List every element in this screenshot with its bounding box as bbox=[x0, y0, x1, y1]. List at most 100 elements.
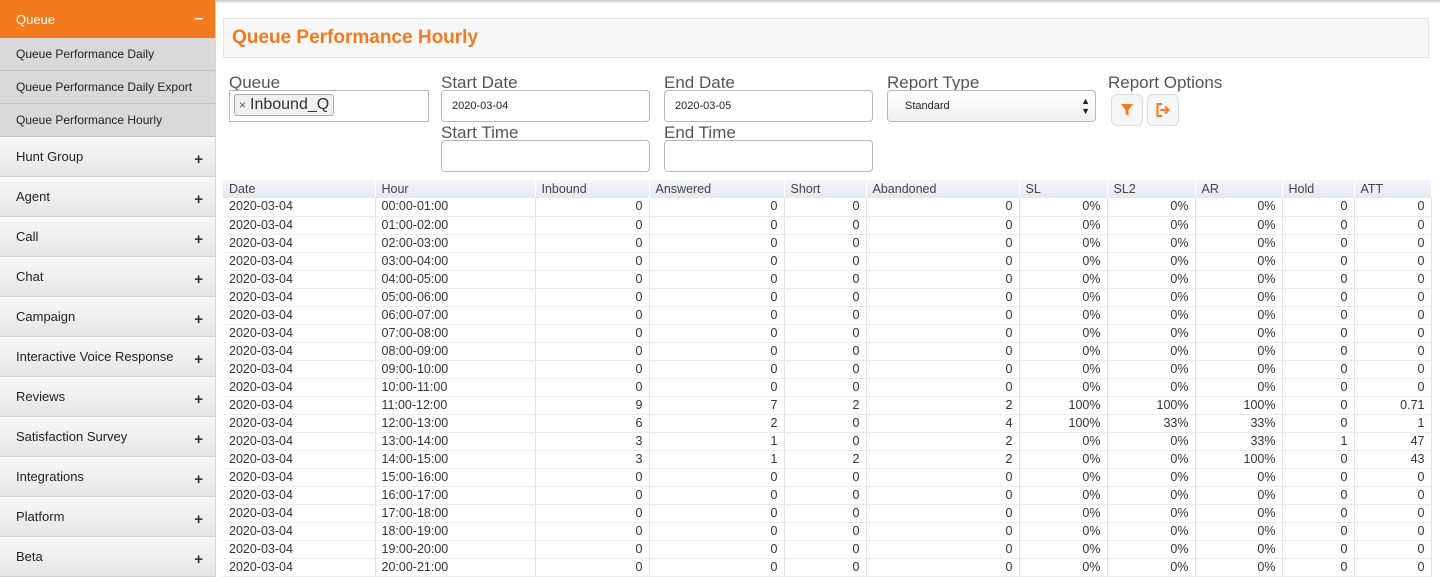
expand-icon[interactable]: + bbox=[194, 505, 203, 528]
table-cell: 0 bbox=[535, 216, 650, 235]
end-date-value: 2020-03-05 bbox=[675, 100, 732, 112]
expand-icon[interactable]: + bbox=[194, 545, 203, 568]
table-cell: 04:00-05:00 bbox=[375, 270, 536, 289]
table-cell: 1 bbox=[1282, 432, 1355, 451]
column-header[interactable]: Hour bbox=[375, 180, 536, 198]
table-cell: 1 bbox=[649, 432, 785, 451]
start-date-field[interactable]: 2020-03-04 bbox=[441, 90, 650, 122]
expand-icon[interactable]: + bbox=[194, 265, 203, 288]
end-time-field[interactable] bbox=[664, 140, 873, 172]
table-cell: 0 bbox=[535, 270, 650, 289]
table-cell: 1 bbox=[1354, 414, 1432, 433]
table-cell: 0 bbox=[649, 504, 785, 523]
sidebar-item-campaign[interactable]: Campaign + bbox=[0, 297, 215, 337]
table-cell: 0% bbox=[1019, 558, 1108, 577]
table-cell: 0 bbox=[1282, 378, 1355, 397]
expand-icon[interactable]: + bbox=[194, 345, 203, 368]
column-header[interactable]: SL2 bbox=[1107, 180, 1196, 198]
table-row: 2020-03-04 12:00-13:00 6 2 0 4 100% 33% 33% 0 1 bbox=[223, 414, 1432, 433]
table-cell: 0 bbox=[1282, 342, 1355, 361]
table-cell: 11:00-12:00 bbox=[375, 396, 536, 415]
table-cell: 0 bbox=[1282, 324, 1355, 343]
collapse-icon[interactable]: – bbox=[194, 10, 203, 28]
table-cell: 0% bbox=[1195, 216, 1283, 235]
start-time-field[interactable] bbox=[441, 140, 650, 172]
column-header[interactable]: Answered bbox=[649, 180, 785, 198]
sidebar-item-beta[interactable]: Beta + bbox=[0, 537, 215, 577]
table-cell: 05:00-06:00 bbox=[375, 288, 536, 307]
table-cell: 0 bbox=[866, 378, 1020, 397]
sidebar-item-satisfaction-survey[interactable]: Satisfaction Survey + bbox=[0, 417, 215, 457]
table-cell: 0 bbox=[535, 234, 650, 253]
sidebar-item-chat[interactable]: Chat + bbox=[0, 257, 215, 297]
table-cell: 0 bbox=[1282, 288, 1355, 307]
sidebar-item-label: Agent bbox=[16, 189, 50, 204]
table-cell: 0 bbox=[1354, 216, 1432, 235]
table-cell: 0 bbox=[535, 342, 650, 361]
sidebar-item-label: Interactive Voice Response bbox=[16, 349, 174, 364]
column-header[interactable]: Abandoned bbox=[866, 180, 1020, 198]
expand-icon[interactable]: + bbox=[194, 145, 203, 168]
column-header[interactable]: Hold bbox=[1282, 180, 1355, 198]
table-cell: 3 bbox=[535, 450, 650, 469]
sidebar-item-call[interactable]: Call + bbox=[0, 217, 215, 257]
expand-icon[interactable]: + bbox=[194, 465, 203, 488]
sidebar-item-interactive-voice-response[interactable]: Interactive Voice Response + bbox=[0, 337, 215, 377]
column-header[interactable]: Short bbox=[784, 180, 867, 198]
table-cell: 0 bbox=[866, 324, 1020, 343]
table-cell: 100% bbox=[1107, 396, 1196, 415]
sidebar-item-label: Reviews bbox=[16, 389, 66, 404]
table-cell: 0 bbox=[1354, 288, 1432, 307]
column-header[interactable]: Date bbox=[223, 180, 376, 198]
table-cell: 03:00-04:00 bbox=[375, 252, 536, 271]
column-header[interactable]: Inbound bbox=[535, 180, 650, 198]
expand-icon[interactable]: + bbox=[194, 225, 203, 248]
table-cell: 2020-03-04 bbox=[223, 252, 376, 271]
table-cell: 0 bbox=[649, 342, 785, 361]
table-cell: 0% bbox=[1107, 234, 1196, 253]
table-cell: 2020-03-04 bbox=[223, 234, 376, 253]
sidebar-subitem-queue-performance-daily[interactable]: Queue Performance Daily bbox=[0, 38, 215, 71]
column-header[interactable]: ATT bbox=[1354, 180, 1432, 198]
table-cell: 0% bbox=[1019, 234, 1108, 253]
table-cell: 2020-03-04 bbox=[223, 450, 376, 469]
table-cell: 0% bbox=[1195, 288, 1283, 307]
table-cell: 2020-03-04 bbox=[223, 306, 376, 325]
queue-multiselect[interactable]: × Inbound_Q bbox=[229, 90, 429, 122]
sidebar-subitem-queue-performance-hourly[interactable]: Queue Performance Hourly bbox=[0, 104, 215, 137]
table-cell: 2020-03-04 bbox=[223, 522, 376, 541]
sidebar-item-hunt-group[interactable]: Hunt Group + bbox=[0, 137, 215, 177]
table-cell: 47 bbox=[1354, 432, 1432, 451]
expand-icon[interactable]: + bbox=[194, 305, 203, 328]
sidebar-item-platform[interactable]: Platform + bbox=[0, 497, 215, 537]
table-cell: 0 bbox=[866, 270, 1020, 289]
column-header[interactable]: AR bbox=[1195, 180, 1283, 198]
end-date-field[interactable]: 2020-03-05 bbox=[664, 90, 873, 122]
table-cell: 08:00-09:00 bbox=[375, 342, 536, 361]
table-cell: 0% bbox=[1019, 450, 1108, 469]
sidebar-subitem-queue-performance-daily-export[interactable]: Queue Performance Daily Export bbox=[0, 71, 215, 104]
sidebar-item-reviews[interactable]: Reviews + bbox=[0, 377, 215, 417]
sidebar-item-label: Campaign bbox=[16, 309, 76, 324]
sidebar-item-agent[interactable]: Agent + bbox=[0, 177, 215, 217]
table-row: 2020-03-04 15:00-16:00 0 0 0 0 0% 0% 0% 0 0 bbox=[223, 468, 1432, 487]
table-cell: 0 bbox=[1354, 360, 1432, 379]
sidebar-item-integrations[interactable]: Integrations + bbox=[0, 457, 215, 497]
table-cell: 0 bbox=[784, 540, 867, 559]
column-header[interactable]: SL bbox=[1019, 180, 1108, 198]
remove-tag-icon[interactable]: × bbox=[239, 98, 246, 112]
table-cell: 0 bbox=[784, 360, 867, 379]
expand-icon[interactable]: + bbox=[194, 185, 203, 208]
expand-icon[interactable]: + bbox=[194, 425, 203, 448]
table-cell: 2020-03-04 bbox=[223, 324, 376, 343]
export-button[interactable] bbox=[1147, 94, 1179, 126]
report-type-select[interactable]: Standard ▲ ▼ bbox=[887, 90, 1096, 122]
filter-button[interactable] bbox=[1111, 94, 1143, 126]
expand-icon[interactable]: + bbox=[194, 385, 203, 408]
top-shadow-divider bbox=[216, 0, 1440, 4]
table-cell: 00:00-01:00 bbox=[375, 198, 536, 217]
table-cell: 33% bbox=[1195, 432, 1283, 451]
table-row: 2020-03-04 01:00-02:00 0 0 0 0 0% 0% 0% 0 0 bbox=[223, 216, 1432, 235]
table-cell: 0 bbox=[866, 504, 1020, 523]
sidebar-section-queue[interactable]: Queue – bbox=[0, 0, 215, 38]
